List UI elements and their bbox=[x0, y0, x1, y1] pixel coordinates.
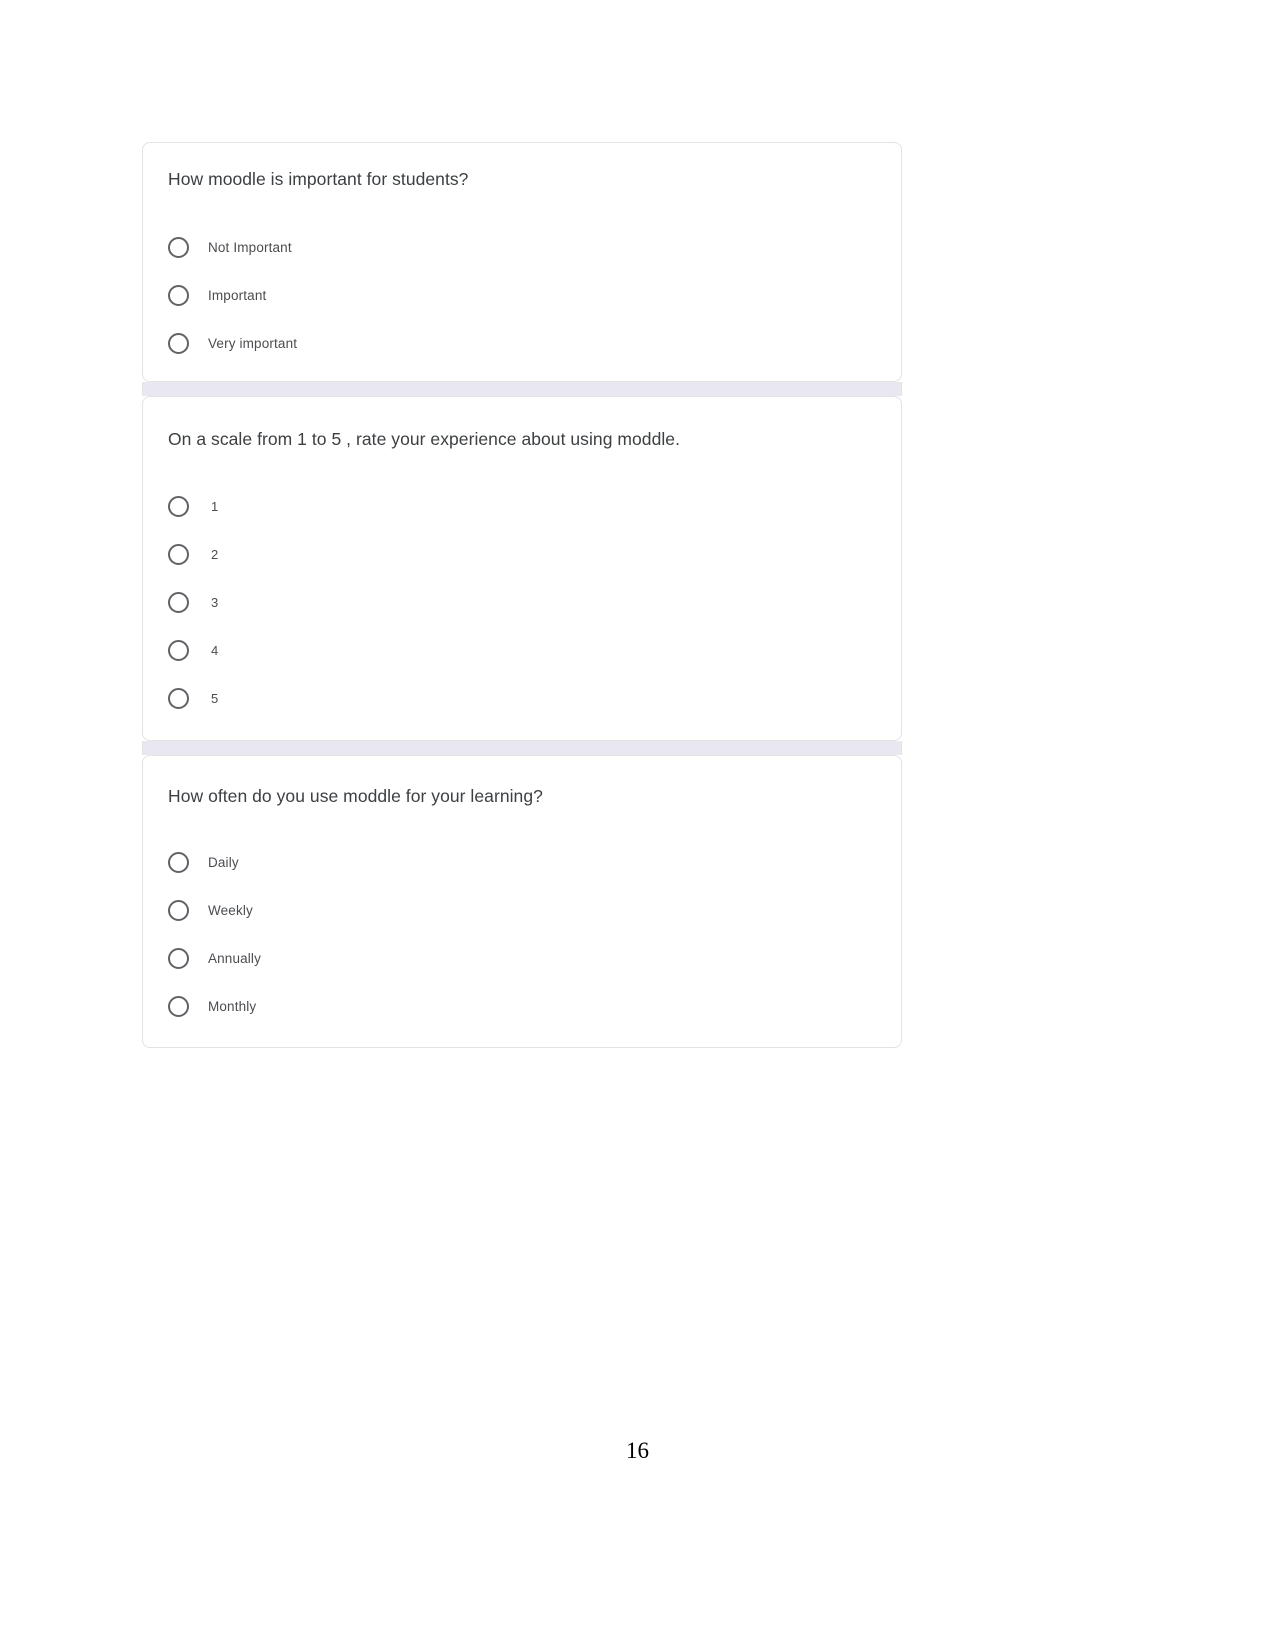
option-label: Annually bbox=[208, 950, 261, 966]
option-label: Very important bbox=[208, 335, 298, 351]
option-row[interactable]: Annually bbox=[168, 934, 868, 982]
question-title: How often do you use moddle for your lea… bbox=[168, 786, 543, 806]
question-card-1: How moodle is important for students? No… bbox=[142, 142, 902, 382]
option-group: Not Important Important Very important bbox=[168, 223, 868, 367]
radio-button-icon[interactable] bbox=[168, 284, 189, 306]
option-label: 4 bbox=[211, 642, 219, 658]
radio-button-icon[interactable] bbox=[168, 236, 189, 258]
option-row[interactable]: 3 bbox=[168, 578, 868, 626]
option-label: 5 bbox=[211, 690, 219, 706]
radio-button-icon[interactable] bbox=[168, 591, 189, 613]
option-label: 1 bbox=[211, 498, 219, 514]
radio-button-icon[interactable] bbox=[168, 947, 189, 969]
option-row[interactable]: 5 bbox=[168, 674, 868, 722]
option-row[interactable]: Weekly bbox=[168, 886, 868, 934]
radio-button-icon[interactable] bbox=[168, 495, 189, 517]
option-group: Daily Weekly Annually Monthly bbox=[168, 838, 868, 1030]
option-row[interactable]: 2 bbox=[168, 530, 868, 578]
option-row[interactable]: Not Important bbox=[168, 223, 868, 271]
radio-button-icon[interactable] bbox=[168, 899, 189, 921]
option-label: Weekly bbox=[208, 902, 253, 918]
question-title: On a scale from 1 to 5 , rate your exper… bbox=[168, 429, 681, 449]
option-label: Not Important bbox=[208, 239, 292, 255]
card-separator bbox=[142, 382, 902, 396]
radio-button-icon[interactable] bbox=[168, 995, 189, 1017]
option-label: 2 bbox=[211, 546, 219, 562]
card-separator bbox=[142, 741, 902, 755]
radio-button-icon[interactable] bbox=[168, 543, 189, 565]
option-row[interactable]: 1 bbox=[168, 482, 868, 530]
embedded-form-screenshot: How moodle is important for students? No… bbox=[142, 142, 902, 1048]
document-page: How moodle is important for students? No… bbox=[0, 0, 1275, 1650]
question-title: How moodle is important for students? bbox=[168, 169, 469, 189]
option-label: 3 bbox=[211, 594, 219, 610]
option-row[interactable]: Very important bbox=[168, 319, 868, 367]
option-label: Monthly bbox=[208, 998, 257, 1014]
question-card-2: On a scale from 1 to 5 , rate your exper… bbox=[142, 396, 902, 741]
option-label: Important bbox=[208, 287, 267, 303]
radio-button-icon[interactable] bbox=[168, 851, 189, 873]
option-row[interactable]: Important bbox=[168, 271, 868, 319]
option-row[interactable]: Daily bbox=[168, 838, 868, 886]
option-row[interactable]: 4 bbox=[168, 626, 868, 674]
option-row[interactable]: Monthly bbox=[168, 982, 868, 1030]
option-group: 1 2 3 4 5 bbox=[168, 482, 868, 722]
option-label: Daily bbox=[208, 854, 239, 870]
radio-button-icon[interactable] bbox=[168, 687, 189, 709]
page-number: 16 bbox=[626, 1438, 649, 1463]
radio-button-icon[interactable] bbox=[168, 332, 189, 354]
question-card-3: How often do you use moddle for your lea… bbox=[142, 755, 902, 1048]
radio-button-icon[interactable] bbox=[168, 639, 189, 661]
